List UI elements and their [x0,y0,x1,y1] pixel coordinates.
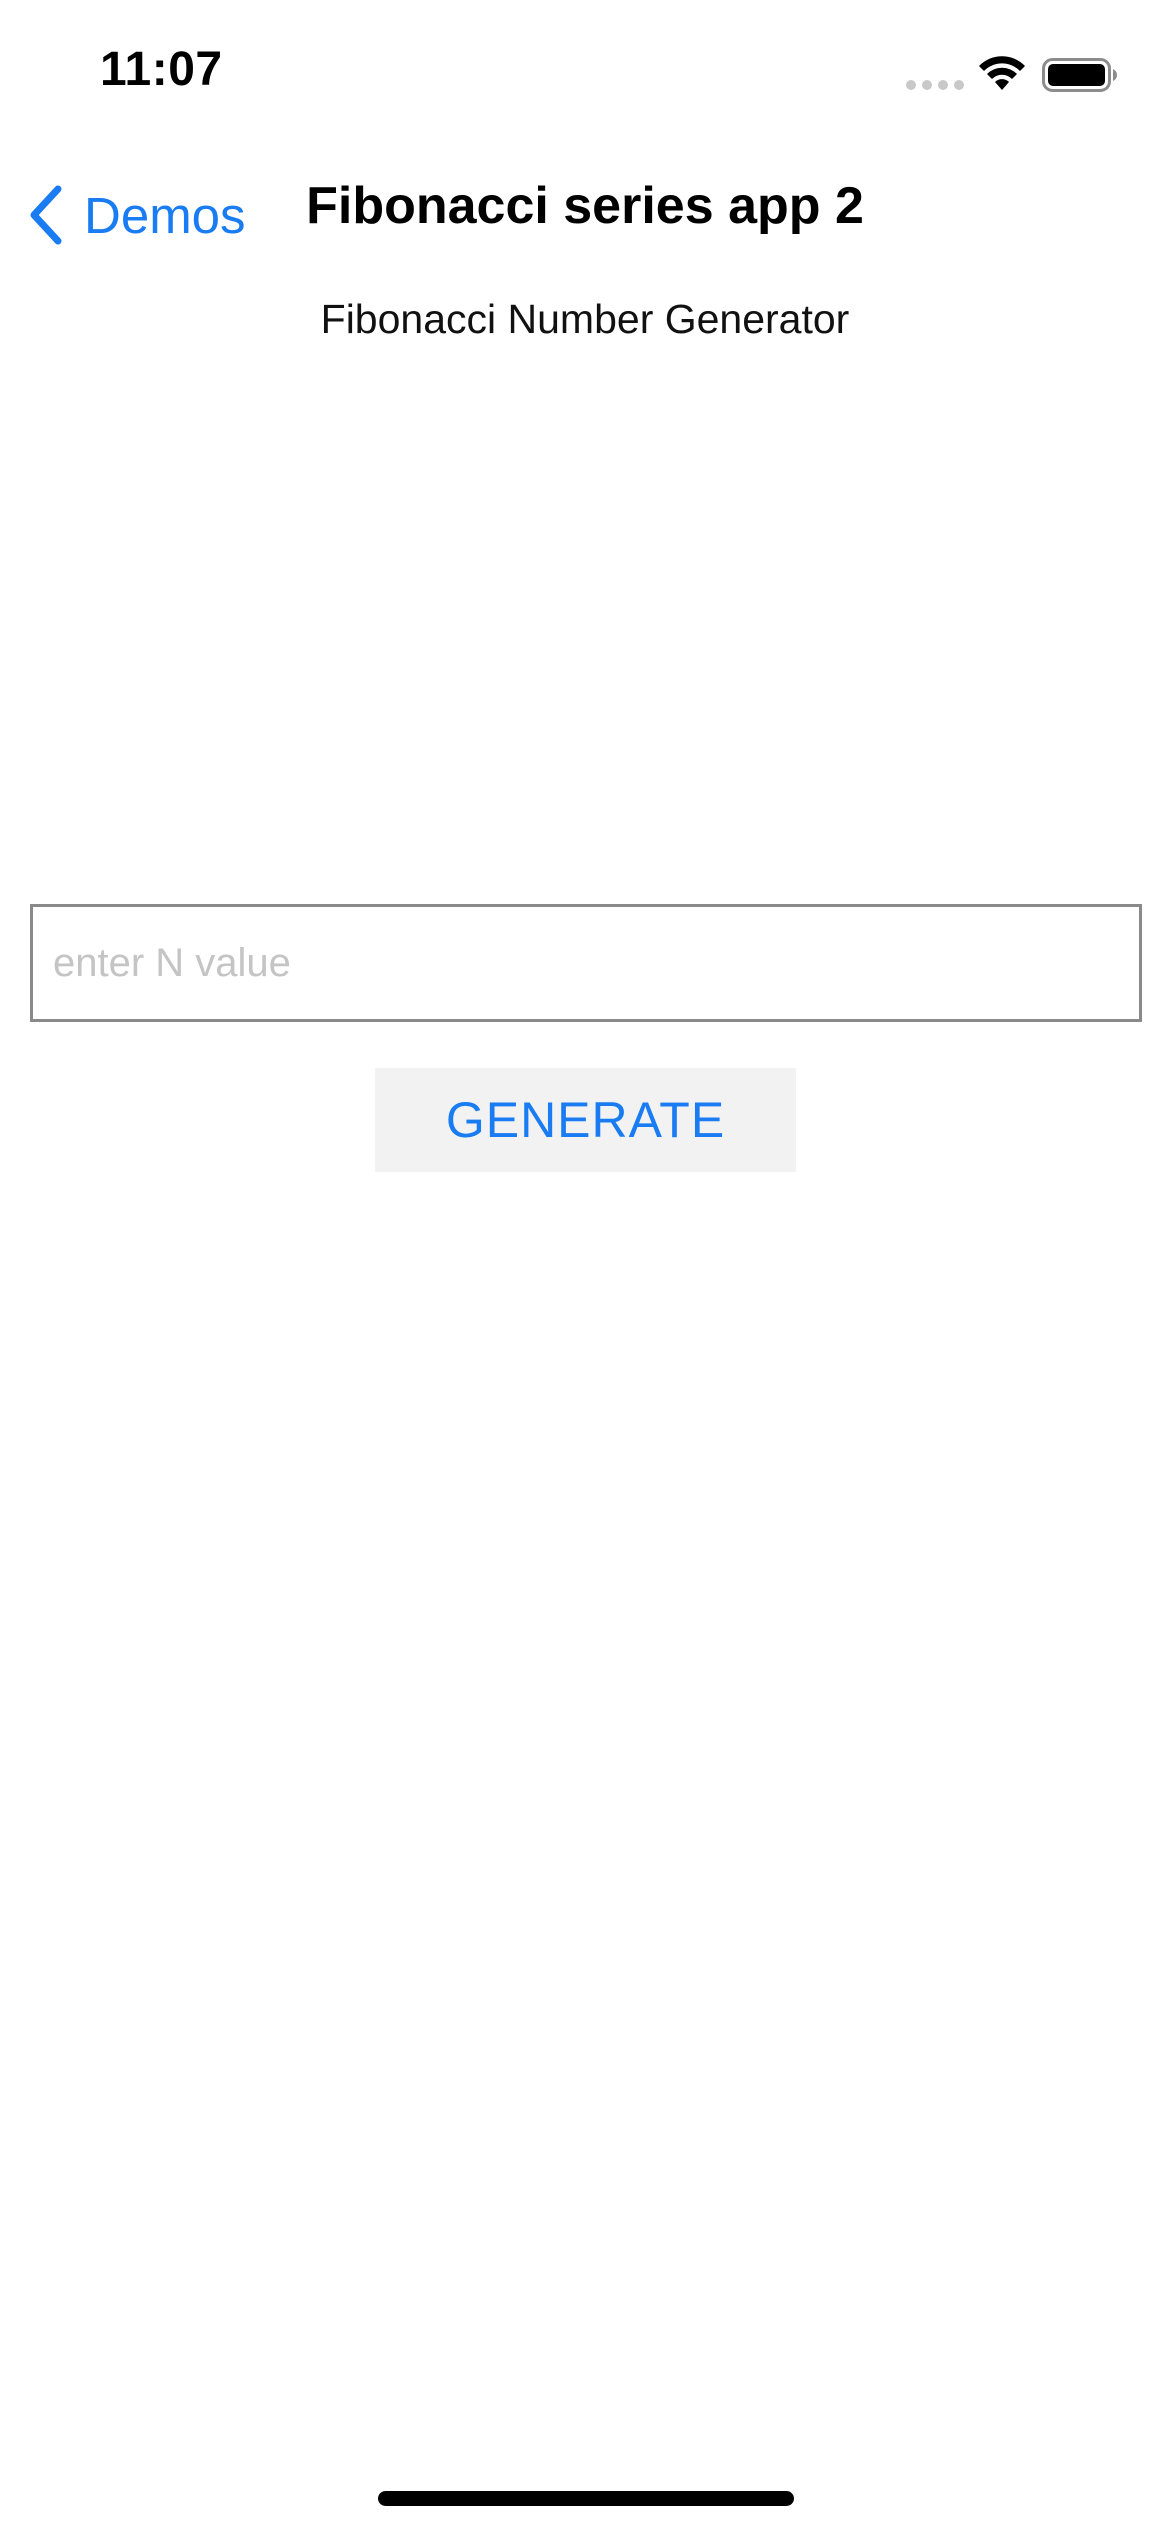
status-time: 11:07 [100,43,223,96]
n-value-input[interactable] [30,904,1142,1022]
battery-icon [1042,58,1117,92]
status-bar: 11:07 [0,0,1170,140]
home-indicator[interactable] [378,2491,794,2506]
signal-icon [906,80,964,90]
page-title: Fibonacci series app 2 [0,176,1170,236]
screen-heading: Fibonacci Number Generator [320,296,850,342]
generate-button[interactable]: GENERATE [375,1068,796,1172]
navigation-bar: Demos Fibonacci series app 2 [0,140,1170,270]
wifi-icon [979,56,1025,90]
page-title-text: Fibonacci series app 2 [306,177,864,235]
